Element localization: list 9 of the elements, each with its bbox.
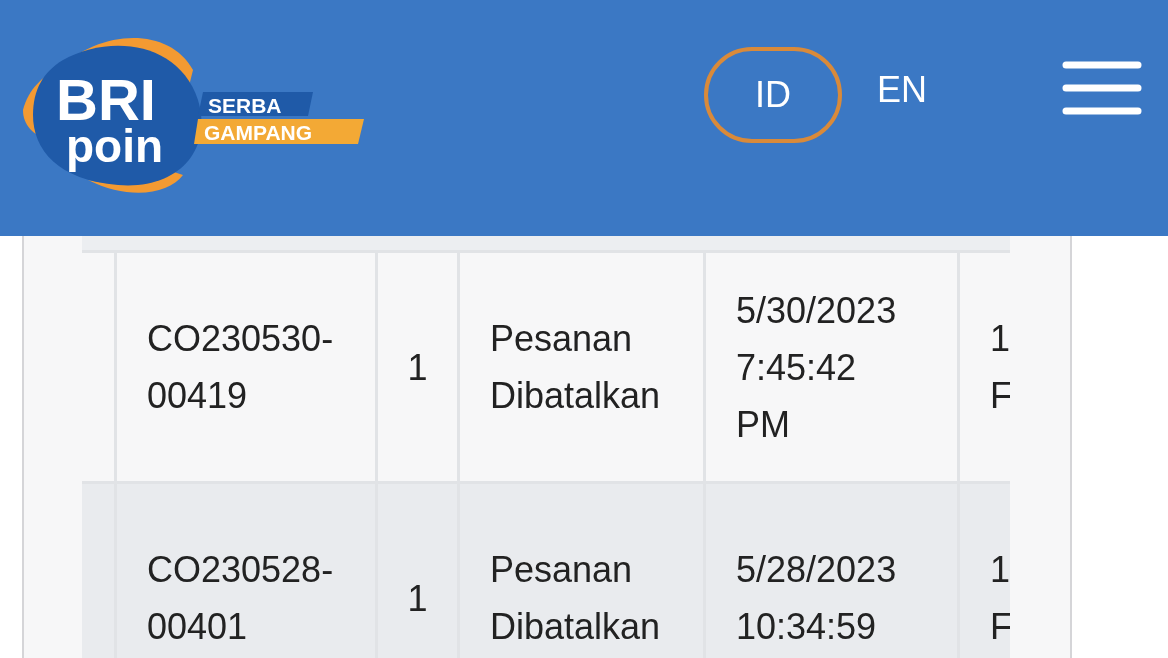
language-button[interactable]: EN — [852, 42, 952, 138]
menu-icon[interactable] — [1062, 61, 1142, 115]
language-button[interactable]: ID — [704, 47, 842, 143]
table-cell: 1 — [378, 484, 460, 658]
brand-logo: BRI poin SERBA GAMPANG — [18, 30, 368, 200]
table-cell: Pesanan Dibatalkan — [460, 484, 706, 658]
table-cell: 5/28/2023 10:34:59 — [706, 484, 960, 658]
table-cell: 1 F — [960, 484, 1010, 658]
table-cell: CO230528-00401 — [117, 484, 378, 658]
